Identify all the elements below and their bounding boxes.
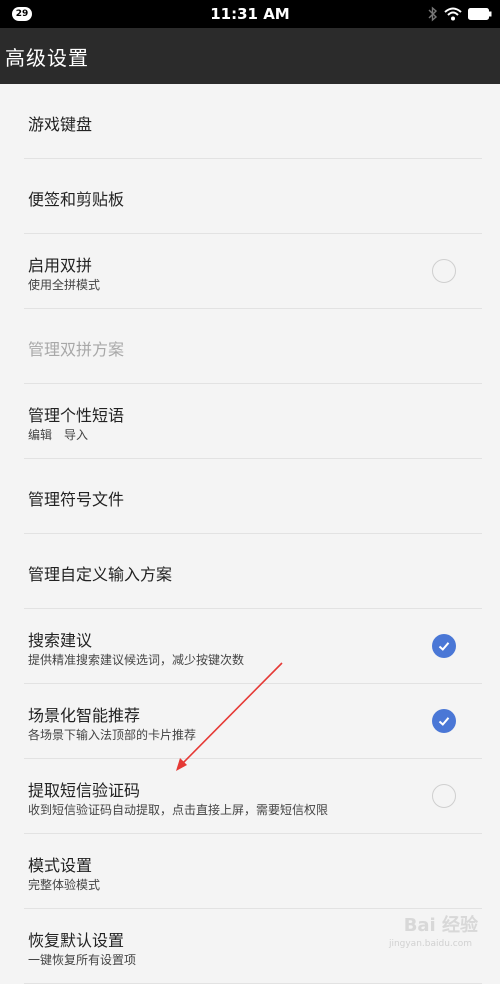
- setting-enable-shuangpin[interactable]: 启用双拼 使用全拼模式: [0, 234, 500, 309]
- setting-title: 游戏键盘: [28, 115, 93, 134]
- setting-title: 管理符号文件: [28, 490, 125, 509]
- setting-subtitle: 完整体验模式: [28, 878, 101, 892]
- setting-title: 场景化智能推荐: [28, 706, 141, 725]
- setting-symbol-files[interactable]: 管理符号文件: [0, 459, 500, 534]
- setting-title: 搜索建议: [28, 631, 93, 650]
- setting-title: 管理双拼方案: [28, 340, 125, 359]
- settings-list: 游戏键盘 便签和剪贴板 启用双拼 使用全拼模式 管理双拼方案 管理个性短语 编辑…: [0, 84, 500, 984]
- setting-mode[interactable]: 模式设置 完整体验模式: [0, 834, 500, 909]
- setting-title: 模式设置: [28, 856, 93, 875]
- status-time: 11:31 AM: [210, 5, 290, 23]
- setting-sms-code[interactable]: 提取短信验证码 收到短信验证码自动提取，点击直接上屏，需要短信权限: [0, 759, 500, 834]
- setting-subtitle: 编辑 导入: [28, 428, 89, 442]
- checkmark-icon: [438, 717, 450, 726]
- sms-code-checkbox[interactable]: [432, 784, 456, 808]
- checkmark-icon: [438, 642, 450, 651]
- setting-custom-input-scheme[interactable]: 管理自定义输入方案: [0, 534, 500, 609]
- app-header: 高级设置: [0, 28, 500, 84]
- setting-subtitle: 提供精准搜索建议候选词，减少按键次数: [28, 653, 245, 667]
- setting-custom-phrases[interactable]: 管理个性短语 编辑 导入: [0, 384, 500, 459]
- watermark-logo: Bai 经验: [403, 915, 478, 936]
- setting-title: 恢复默认设置: [28, 931, 125, 950]
- battery-icon: [468, 8, 492, 20]
- search-suggestion-checkbox[interactable]: [432, 634, 456, 658]
- setting-notes-clipboard[interactable]: 便签和剪贴板: [0, 159, 500, 234]
- bluetooth-icon: [428, 6, 438, 22]
- watermark-url: jingyan.baidu.com: [388, 939, 472, 949]
- setting-subtitle: 一键恢复所有设置项: [28, 953, 137, 967]
- smart-recommend-checkbox[interactable]: [432, 709, 456, 733]
- setting-smart-recommend[interactable]: 场景化智能推荐 各场景下输入法顶部的卡片推荐: [0, 684, 500, 759]
- wifi-icon: [444, 7, 462, 21]
- status-icons: [428, 5, 492, 23]
- setting-title: 管理自定义输入方案: [28, 565, 173, 584]
- setting-manage-shuangpin: 管理双拼方案: [0, 309, 500, 384]
- setting-title: 管理个性短语: [28, 406, 125, 425]
- setting-title: 便签和剪贴板: [28, 190, 125, 209]
- status-bar: 29 11:31 AM: [0, 0, 500, 28]
- setting-subtitle: 使用全拼模式: [28, 278, 101, 292]
- setting-title: 启用双拼: [28, 256, 93, 275]
- setting-subtitle: 收到短信验证码自动提取，点击直接上屏，需要短信权限: [28, 803, 329, 817]
- setting-subtitle: 各场景下输入法顶部的卡片推荐: [28, 728, 197, 742]
- page-title: 高级设置: [5, 46, 89, 70]
- setting-search-suggestion[interactable]: 搜索建议 提供精准搜索建议候选词，减少按键次数: [0, 609, 500, 684]
- enable-shuangpin-checkbox[interactable]: [432, 259, 456, 283]
- setting-game-keyboard[interactable]: 游戏键盘: [0, 84, 500, 159]
- setting-title: 提取短信验证码: [28, 781, 141, 800]
